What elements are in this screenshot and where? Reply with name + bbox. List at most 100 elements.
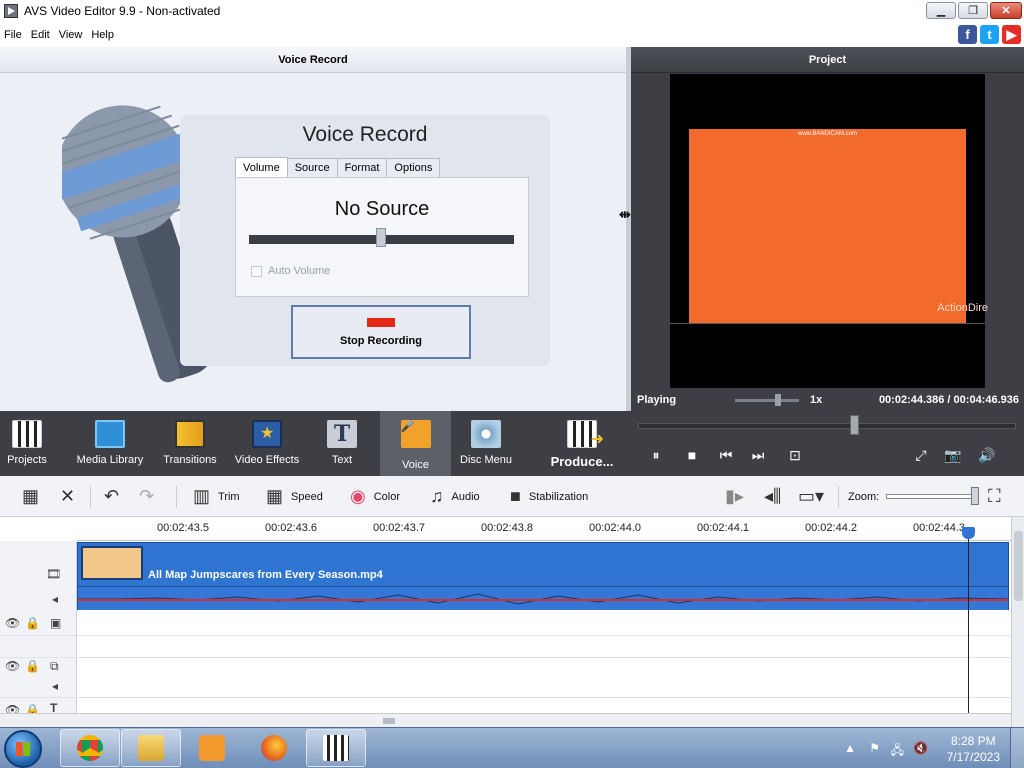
playback-status: Playing [637, 394, 677, 406]
speed-button[interactable]: ▦ Speed [266, 476, 323, 517]
visibility-eye-icon[interactable]: 👁 [5, 659, 20, 673]
transport-controls: ⏸ ■ ⏮ ⏭ ⊡ ⤢ 📷 🔊 [638, 411, 1018, 476]
volume-tab-content: No Source Auto Volume [235, 177, 529, 297]
taskbar-avs-editor[interactable] [306, 729, 366, 767]
zoom-slider-thumb[interactable] [971, 487, 979, 505]
volume-slider-thumb[interactable] [376, 228, 386, 247]
audio-speaker-icon[interactable]: ◂ [52, 592, 58, 606]
tick-label: 00:02:44.3 [913, 522, 965, 534]
show-desktop-button[interactable] [1010, 728, 1024, 768]
split-button[interactable]: ▮▸ [725, 476, 752, 517]
previous-frame-icon[interactable]: ⏮ [715, 447, 737, 464]
twitter-icon[interactable]: t [980, 25, 999, 44]
taskbar-chrome[interactable] [60, 729, 120, 767]
zoom-slider-track[interactable] [886, 494, 978, 499]
social-links: f t ▶ [958, 25, 1021, 44]
color-button[interactable]: ◉ Color [350, 476, 400, 517]
menu-help[interactable]: Help [87, 29, 119, 41]
toolbar-projects[interactable]: Projects [0, 411, 54, 476]
speed-slider-thumb[interactable] [775, 394, 781, 406]
system-clock[interactable]: 8:28 PM 7/17/2023 [947, 733, 1000, 765]
youtube-icon[interactable]: ▶ [1002, 25, 1021, 44]
maximize-button[interactable]: ❐ [958, 2, 988, 19]
toolbar-disc-menu[interactable]: Disc Menu [458, 411, 514, 476]
bandicam-watermark: www.BANDICAM.com [797, 131, 857, 137]
stop-icon[interactable]: ■ [681, 447, 703, 463]
facebook-icon[interactable]: f [958, 25, 977, 44]
timeline-ruler[interactable]: 00:02:43.5 00:02:43.6 00:02:43.7 00:02:4… [77, 517, 1011, 541]
corner-watermark: ActionDire [937, 302, 988, 314]
fullscreen-icon[interactable]: ⤢ [910, 447, 932, 464]
stabilization-button[interactable]: ■ Stabilization [510, 476, 588, 517]
clip-audio-waveform[interactable] [78, 586, 1008, 610]
toolbar-produce[interactable]: Produce... [546, 411, 618, 476]
media-player-icon [199, 735, 225, 761]
volume-icon[interactable]: 🔊 [976, 447, 998, 464]
scroll-thumb[interactable] [1014, 531, 1023, 601]
toolbar-media-library[interactable]: Media Library [73, 411, 147, 476]
show-hidden-icons[interactable]: ▲ [844, 741, 856, 755]
timeline-horizontal-scrollbar[interactable] [0, 713, 1011, 727]
toolbar-video-effects[interactable]: Video Effects [232, 411, 302, 476]
seek-bar[interactable] [638, 423, 1016, 429]
snapshot-icon[interactable]: 📷 [942, 447, 964, 464]
seek-thumb[interactable] [850, 415, 859, 435]
tab-options[interactable]: Options [386, 158, 441, 177]
stop-recording-button[interactable]: Stop Recording [291, 305, 471, 359]
menu-file[interactable]: File [0, 29, 27, 41]
taskbar-firefox[interactable] [244, 729, 304, 767]
toolbar-produce-label: Produce... [550, 454, 614, 469]
playhead-handle[interactable] [962, 527, 975, 539]
redo-button[interactable]: ↷ [139, 476, 162, 517]
tab-volume[interactable]: Volume [235, 157, 288, 177]
video-preview[interactable]: www.BANDICAM.com ActionDire [670, 74, 988, 388]
volume-line[interactable] [78, 599, 1008, 601]
video-frame: www.BANDICAM.com ActionDire [689, 129, 988, 324]
separator [838, 486, 839, 508]
undo-button[interactable]: ↶ [104, 476, 127, 517]
auto-volume-checkbox[interactable] [251, 265, 262, 277]
tab-source[interactable]: Source [286, 158, 338, 177]
timeline: 00:02:43.5 00:02:43.6 00:02:43.7 00:02:4… [0, 517, 1024, 727]
loop-icon[interactable]: ⊡ [784, 447, 806, 464]
trim-icon: ▥ [193, 486, 211, 506]
tick-label: 00:02:44.2 [805, 522, 857, 534]
timeline-vertical-scrollbar[interactable] [1011, 517, 1024, 727]
scroll-thumb[interactable] [383, 718, 395, 724]
toolbar-text[interactable]: T Text [318, 411, 366, 476]
next-frame-icon[interactable]: ⏭ [747, 447, 769, 464]
taskbar-explorer[interactable] [121, 729, 181, 767]
speaker-muted-icon[interactable]: 🔇 [913, 741, 928, 755]
audio-button[interactable]: ♫ Audio [430, 476, 480, 517]
toolbar-transitions[interactable]: Transitions [160, 411, 220, 476]
menu-view[interactable]: View [55, 29, 88, 41]
toolbar-voice[interactable]: Voice [380, 411, 451, 476]
close-button[interactable]: ✕ [990, 2, 1022, 19]
tick-label: 00:02:43.7 [373, 522, 425, 534]
visibility-eye-icon[interactable]: 👁 [5, 616, 20, 630]
network-icon[interactable]: 🖧 [891, 741, 904, 762]
aspect-ratio-button[interactable]: ▭▾ [798, 476, 832, 517]
action-center-icon[interactable]: ⚑ [869, 741, 880, 755]
delete-icon: ✕ [60, 486, 76, 506]
storyboard-toggle[interactable]: ▦ [22, 476, 47, 517]
audio-mixer-button[interactable]: ◂⫼ [764, 476, 789, 517]
menu-edit[interactable]: Edit [27, 29, 55, 41]
fit-timeline-button[interactable]: ⛶ [988, 476, 1009, 517]
app-icon [4, 4, 18, 18]
pause-icon[interactable]: ⏸ [645, 447, 667, 464]
minimize-button[interactable]: ▁ [926, 2, 956, 19]
speed-slider-track[interactable] [735, 399, 799, 402]
lock-icon[interactable]: 🔒 [25, 616, 40, 630]
trim-button[interactable]: ▥ Trim [193, 476, 240, 517]
tab-format[interactable]: Format [336, 158, 388, 177]
avs-video-editor-icon [323, 735, 349, 761]
audio-speaker-icon[interactable]: ◂ [52, 679, 58, 693]
title-bar: AVS Video Editor 9.9 - Non-activated ▁ ❐… [0, 0, 1024, 22]
delete-button[interactable]: ✕ [60, 476, 83, 517]
start-button[interactable] [4, 730, 42, 768]
lock-icon[interactable]: 🔒 [25, 659, 40, 673]
auto-volume-option[interactable]: Auto Volume [251, 265, 330, 277]
taskbar-media-player[interactable] [182, 729, 242, 767]
video-clip[interactable]: All Map Jumpscares from Every Season.mp4 [77, 542, 1009, 610]
